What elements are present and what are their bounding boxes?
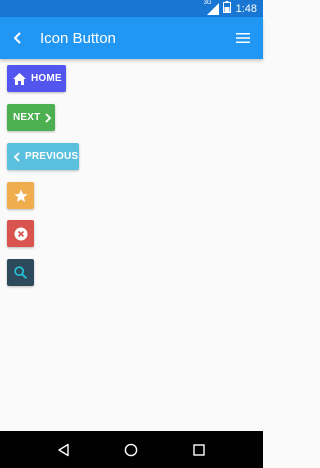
page-title: Icon Button [40,29,116,47]
chevron-right-icon [45,112,52,123]
battery-icon [222,1,236,16]
chevron-left-icon [13,32,21,44]
status-bar: 3G 1:48 [0,0,263,17]
status-time: 1:48 [235,2,257,15]
star-button[interactable] [7,182,34,209]
nav-back-button[interactable] [44,431,84,468]
home-icon [13,72,26,85]
search-button[interactable] [7,259,34,286]
home-button[interactable]: HOME [7,65,66,92]
app-bar: Icon Button [0,17,263,59]
network-type-label: 3G [203,0,212,6]
back-button[interactable] [0,17,36,59]
next-button[interactable]: NEXT [7,104,55,131]
star-icon [14,189,27,202]
menu-button[interactable] [223,17,263,59]
next-button-label: NEXT [13,112,41,123]
previous-button-label: PREVIOUS [25,151,79,162]
network-signal-icon: 3G [203,0,219,15]
nav-recents-icon [193,443,205,456]
close-circle-icon [14,227,27,240]
search-icon [14,266,27,279]
chevron-left-icon [13,151,20,162]
system-nav-bar [0,431,263,468]
nav-home-button[interactable] [111,431,151,468]
nav-recents-button[interactable] [179,431,219,468]
nav-back-icon [58,443,69,456]
previous-button[interactable]: PREVIOUS [7,143,79,170]
nav-home-icon [125,443,138,456]
home-button-label: HOME [31,73,62,84]
hamburger-menu-icon [236,33,250,43]
close-button[interactable] [7,220,34,247]
